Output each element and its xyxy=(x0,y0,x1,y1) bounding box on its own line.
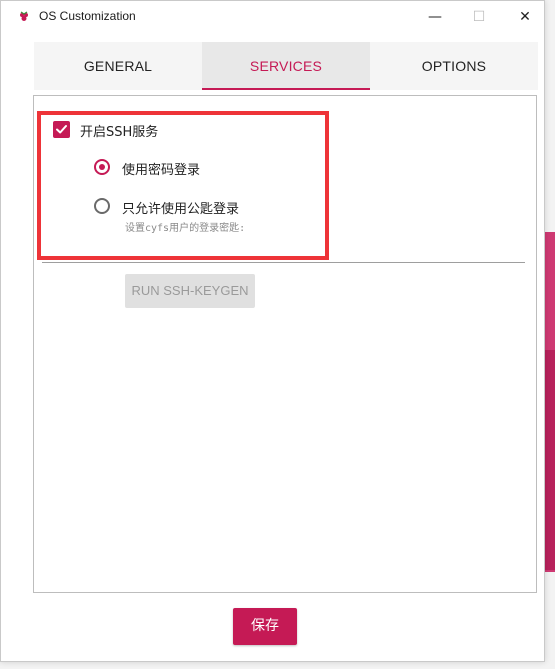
window-title: OS Customization xyxy=(39,9,136,23)
tab-general[interactable]: GENERAL xyxy=(34,42,202,90)
public-key-input-line[interactable] xyxy=(42,262,525,263)
tab-bar: GENERAL SERVICES OPTIONS xyxy=(34,42,538,90)
title-bar: OS Customization — ☐ ✕ xyxy=(1,1,544,33)
annotation-highlight-box xyxy=(37,111,329,260)
tab-services[interactable]: SERVICES xyxy=(202,42,370,90)
raspberry-icon xyxy=(20,11,28,21)
maximize-button: ☐ xyxy=(472,9,486,25)
close-button[interactable]: ✕ xyxy=(515,7,535,27)
save-button[interactable]: 保存 xyxy=(233,608,297,645)
minimize-button[interactable]: — xyxy=(425,7,445,27)
tab-options[interactable]: OPTIONS xyxy=(370,42,538,90)
run-ssh-keygen-button: RUN SSH-KEYGEN xyxy=(125,274,255,308)
